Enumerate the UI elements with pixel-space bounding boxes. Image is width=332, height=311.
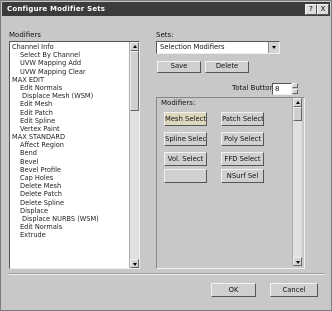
list-item[interactable]: Displace Mesh (WSM): [12, 92, 129, 100]
modifier-button-3[interactable]: Spline Select: [164, 132, 207, 146]
list-item[interactable]: Bevel: [12, 158, 129, 166]
modifier-button-1[interactable]: Mesh Select: [164, 112, 207, 126]
list-item[interactable]: Edit Normals: [12, 84, 129, 92]
sets-label: Sets:: [156, 31, 174, 39]
list-item[interactable]: Edit Spline: [12, 117, 129, 125]
arrow-down-icon: [296, 261, 300, 264]
modifiers-scrollbar[interactable]: [129, 42, 139, 268]
title-bar[interactable]: Configure Modifier Sets ? X: [2, 2, 330, 16]
spinner-up-button[interactable]: [292, 83, 298, 88]
ok-button[interactable]: OK: [211, 283, 256, 297]
list-item[interactable]: UVW Mapping Clear: [12, 68, 129, 76]
close-button[interactable]: X: [317, 4, 329, 15]
group-scroll-thumb[interactable]: [293, 107, 302, 121]
list-item[interactable]: Cap Holes: [12, 174, 129, 182]
delete-button[interactable]: Delete: [205, 61, 249, 73]
total-buttons-field[interactable]: 8: [272, 83, 292, 95]
cancel-button[interactable]: Cancel: [270, 283, 318, 297]
modifiers-group-caption: Modifiers:: [161, 99, 196, 107]
modifier-button-4[interactable]: Poly Select: [221, 132, 264, 146]
modifiers-label: Modifiers: [9, 31, 41, 39]
list-item[interactable]: Displace: [12, 207, 129, 215]
modifier-button-5[interactable]: Vol. Select: [164, 152, 207, 166]
list-item[interactable]: Displace NURBS (WSM): [12, 215, 129, 223]
modifier-items: Channel Info Select By Channel UVW Mapping…: [12, 43, 129, 240]
chevron-down-icon: [272, 46, 276, 49]
list-item[interactable]: Vertex Paint: [12, 125, 129, 133]
list-item[interactable]: MAX EDIT: [12, 76, 129, 84]
list-item[interactable]: Delete Patch: [12, 190, 129, 198]
scroll-thumb[interactable]: [130, 51, 139, 111]
scroll-down-button[interactable]: [130, 259, 139, 268]
modifier-button-7[interactable]: [164, 169, 207, 183]
total-buttons-value: 8: [275, 85, 280, 93]
help-button[interactable]: ?: [305, 4, 317, 15]
spinner-down-button[interactable]: [292, 89, 298, 94]
arrow-down-icon: [133, 263, 137, 266]
list-item[interactable]: MAX STANDARD: [12, 133, 129, 141]
list-item[interactable]: Delete Spline: [12, 199, 129, 207]
modifier-button-2[interactable]: Patch Select: [221, 112, 264, 126]
modifier-button-8[interactable]: NSurf Sel: [221, 169, 264, 183]
list-item[interactable]: Bend: [12, 149, 129, 157]
modifier-button-6[interactable]: FFD Select: [221, 152, 264, 166]
total-buttons-spinner[interactable]: [292, 83, 298, 95]
list-item[interactable]: UVW Mapping Add: [12, 59, 129, 67]
group-scroll-down-button[interactable]: [293, 257, 302, 266]
group-scroll-up-button[interactable]: [293, 98, 302, 107]
sets-dropdown[interactable]: Selection Modifiers: [156, 41, 280, 54]
arrow-up-icon: [133, 45, 137, 48]
list-item[interactable]: Bevel Profile: [12, 166, 129, 174]
separator: [9, 273, 325, 275]
list-item[interactable]: Select By Channel: [12, 51, 129, 59]
list-item[interactable]: Delete Mesh: [12, 182, 129, 190]
list-item[interactable]: Edit Mesh: [12, 100, 129, 108]
arrow-up-icon: [296, 101, 300, 104]
configure-modifier-sets-dialog: Configure Modifier Sets ? X Modifiers Ch…: [0, 0, 332, 311]
sets-dropdown-value: Selection Modifiers: [160, 43, 225, 51]
list-item[interactable]: Channel Info: [12, 43, 129, 51]
dropdown-button[interactable]: [268, 42, 279, 53]
list-item[interactable]: Affect Region: [12, 141, 129, 149]
modifiers-listbox[interactable]: Channel Info Select By Channel UVW Mapping…: [9, 41, 140, 269]
list-item[interactable]: Extrude: [12, 231, 129, 239]
modifiers-group: Modifiers: Mesh Select Patch Select Spli…: [156, 97, 305, 269]
list-item[interactable]: Edit Normals: [12, 223, 129, 231]
modifiers-group-scrollbar[interactable]: [292, 98, 302, 266]
scroll-up-button[interactable]: [130, 42, 139, 51]
window-title: Configure Modifier Sets: [7, 5, 106, 13]
save-button[interactable]: Save: [157, 61, 201, 73]
list-item[interactable]: Edit Patch: [12, 109, 129, 117]
